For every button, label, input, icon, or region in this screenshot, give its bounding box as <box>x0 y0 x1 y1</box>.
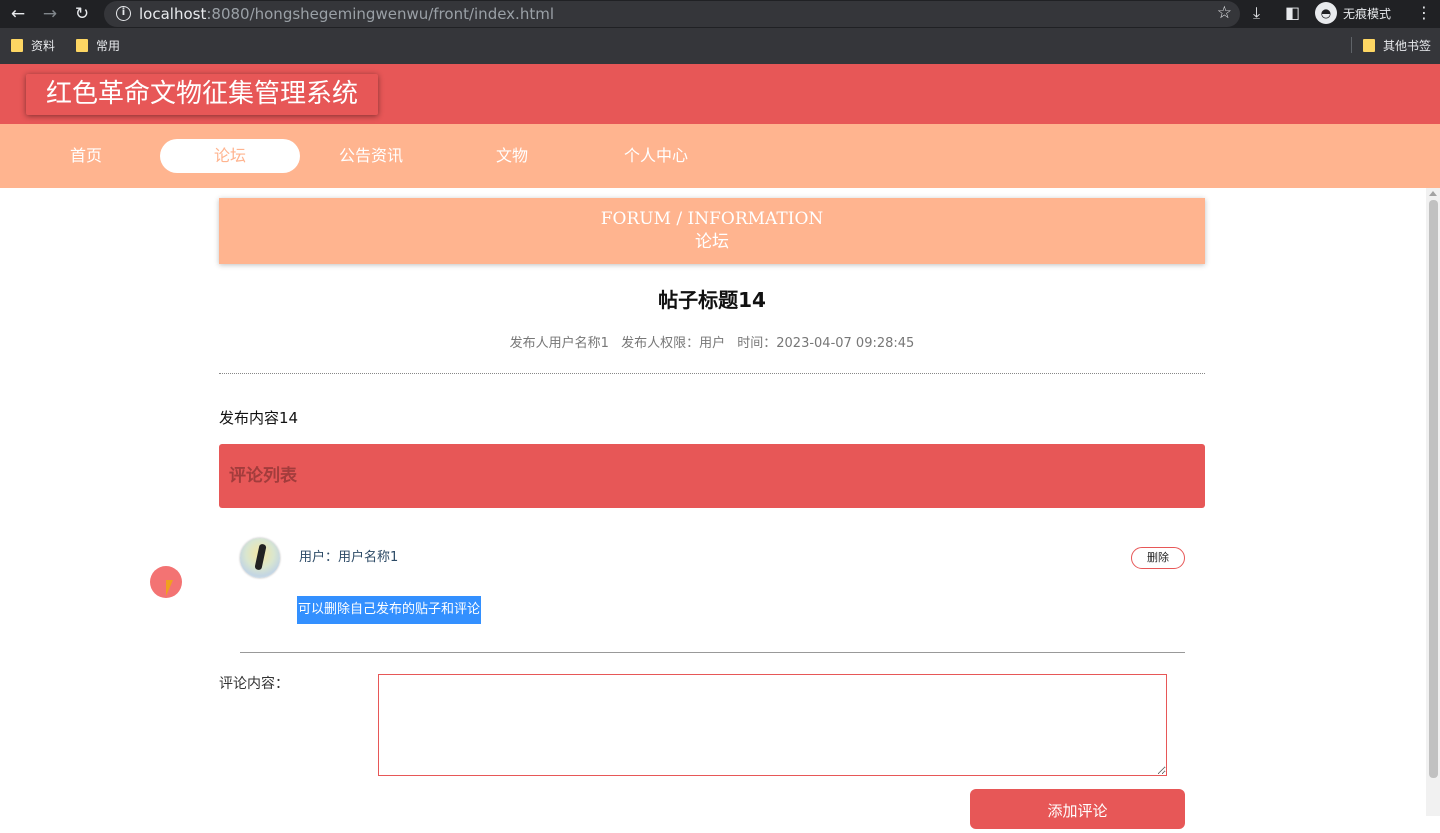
post-author: 发布人用户名称1 <box>509 336 609 351</box>
site-title: 红色革命文物征集管理系统 <box>26 74 379 115</box>
comment-input[interactable] <box>378 674 1167 776</box>
forward-icon[interactable]: → <box>40 4 60 24</box>
post-meta: 发布人用户名称1 发布人权限：用户 时间：2023-04-07 09:28:45 <box>219 334 1205 354</box>
side-panel-icon[interactable]: ◧ <box>1285 3 1300 23</box>
bookmark-label: 资料 <box>31 39 56 53</box>
comment-user: 用户：用户名称1 <box>299 550 399 565</box>
other-bookmarks-label: 其他书签 <box>1383 39 1432 53</box>
bookmark-star-icon[interactable]: ☆ <box>1217 3 1232 23</box>
nav-news[interactable]: 公告资讯 <box>301 139 441 173</box>
add-comment-button[interactable]: 添加评论 <box>970 789 1185 829</box>
nav-forum[interactable]: 论坛 <box>160 139 300 173</box>
nav-relics[interactable]: 文物 <box>442 139 582 173</box>
banner-title-cn: 论坛 <box>695 232 729 252</box>
url-path: :8080/hongshegemingwenwu/front/index.htm… <box>206 5 554 23</box>
folder-icon <box>11 39 23 52</box>
address-bar[interactable]: i localhost:8080/hongshegemingwenwu/fron… <box>104 1 1240 27</box>
cursor-icon <box>166 580 173 596</box>
divider <box>219 373 1205 374</box>
incognito-label: 无痕模式 <box>1343 6 1392 21</box>
banner-title-en: FORUM / INFORMATION <box>600 209 824 229</box>
incognito-indicator[interactable]: ◓ 无痕模式 <box>1315 2 1391 24</box>
section-banner: FORUM / INFORMATION 论坛 <box>219 198 1205 264</box>
comment-divider <box>240 652 1185 653</box>
bookmark-folder-1[interactable]: 资料 <box>11 37 55 54</box>
bookmarks-bar: 资料 常用 其他书签 <box>0 28 1440 64</box>
comment-list-title: 评论列表 <box>229 466 297 486</box>
post-role: 发布人权限：用户 <box>621 336 726 351</box>
post-time: 时间：2023-04-07 09:28:45 <box>737 336 915 351</box>
site-info-icon[interactable]: i <box>116 6 131 21</box>
post-content: 发布内容14 <box>219 409 299 427</box>
site-header: 红色革命文物征集管理系统 <box>0 64 1440 124</box>
delete-button[interactable]: 删除 <box>1131 547 1185 569</box>
bookmark-folder-2[interactable]: 常用 <box>76 37 120 54</box>
bookmark-divider <box>1351 37 1352 53</box>
post-title: 帖子标题14 <box>658 288 766 312</box>
main-nav: 首页 论坛 公告资讯 文物 个人中心 <box>0 124 1440 188</box>
nav-home[interactable]: 首页 <box>16 139 156 173</box>
menu-icon[interactable]: ⋮ <box>1416 3 1432 23</box>
scrollbar-thumb[interactable] <box>1429 200 1438 778</box>
incognito-icon: ◓ <box>1315 2 1337 24</box>
folder-icon <box>76 39 88 52</box>
other-bookmarks[interactable]: 其他书签 <box>1363 37 1431 54</box>
url-host: localhost <box>139 5 207 23</box>
comment-content-label: 评论内容： <box>219 676 289 692</box>
bookmark-label: 常用 <box>96 39 121 53</box>
url-text[interactable]: localhost:8080/hongshegemingwenwu/front/… <box>139 4 554 24</box>
scroll-up-icon[interactable] <box>1429 191 1437 196</box>
reload-icon[interactable]: ↻ <box>72 4 92 24</box>
folder-icon <box>1363 39 1375 52</box>
nav-personal-center[interactable]: 个人中心 <box>586 139 726 173</box>
browser-toolbar: ← → ↻ i localhost:8080/hongshegemingwenw… <box>0 0 1440 28</box>
comment-list-header: 评论列表 <box>219 444 1205 508</box>
download-icon[interactable]: ⤓ <box>1253 3 1260 23</box>
comment-text: 可以删除自己发布的贴子和评论 <box>297 596 482 624</box>
back-icon[interactable]: ← <box>8 4 28 24</box>
avatar <box>240 538 280 578</box>
